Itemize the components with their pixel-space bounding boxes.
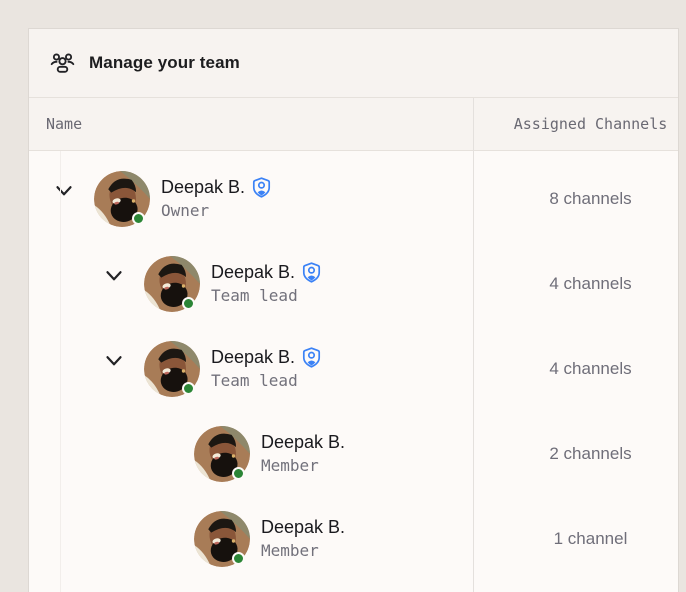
chevron-down-icon[interactable] xyxy=(52,185,76,197)
team-member-row[interactable]: Deepak B. Owner 8 channels xyxy=(29,156,678,241)
member-identity: Deepak B. Owner xyxy=(161,177,271,220)
verified-shield-icon xyxy=(302,347,321,368)
member-name-cell: Deepak B. Member xyxy=(29,411,473,496)
member-identity: Deepak B. Team lead xyxy=(211,262,321,305)
avatar xyxy=(194,511,250,567)
member-name: Deepak B. xyxy=(261,432,345,453)
member-identity: Deepak B. Team lead xyxy=(211,347,321,390)
assigned-channels-cell: 2 channels xyxy=(473,411,678,496)
member-name-cell: Deepak B. Owner xyxy=(29,156,473,241)
online-status-dot xyxy=(232,467,245,480)
member-name-cell: Deepak B. Member xyxy=(29,496,473,581)
page-title: Manage your team xyxy=(89,53,240,73)
users-three-icon xyxy=(50,51,75,76)
page-background: Manage your team Name Assigned Channels xyxy=(0,0,686,592)
verified-shield-icon xyxy=(302,262,321,283)
team-member-row[interactable]: Deepak B. Team lead 4 channels xyxy=(29,326,678,411)
member-name-cell: Deepak B. Team lead xyxy=(29,241,473,326)
online-status-dot xyxy=(232,552,245,565)
member-role: Team lead xyxy=(211,371,321,390)
online-status-dot xyxy=(182,297,195,310)
team-member-list: Deepak B. Owner 8 channels xyxy=(29,151,678,592)
member-name-cell: Deepak B. Team lead xyxy=(29,326,473,411)
avatar xyxy=(144,256,200,312)
tree-gutter-line xyxy=(60,151,61,592)
assigned-channels-cell: 4 channels xyxy=(473,326,678,411)
member-name: Deepak B. xyxy=(161,177,245,198)
member-role: Member xyxy=(261,456,345,475)
avatar xyxy=(94,171,150,227)
member-role: Team lead xyxy=(211,286,321,305)
member-identity: Deepak B. Member xyxy=(261,432,345,475)
team-member-row[interactable]: Deepak B. Member 2 channels xyxy=(29,411,678,496)
member-role: Member xyxy=(261,541,345,560)
avatar xyxy=(194,426,250,482)
assigned-channels-cell: 1 channel xyxy=(473,496,678,581)
card-header: Manage your team xyxy=(29,29,678,98)
team-member-row[interactable]: Deepak B. Team lead 4 channels xyxy=(29,241,678,326)
member-name: Deepak B. xyxy=(261,517,345,538)
online-status-dot xyxy=(132,212,145,225)
column-divider xyxy=(473,98,474,592)
column-header-assigned-channels: Assigned Channels xyxy=(473,98,678,150)
assigned-channels-cell: 4 channels xyxy=(473,241,678,326)
chevron-down-icon[interactable] xyxy=(102,355,126,367)
verified-shield-icon xyxy=(252,177,271,198)
manage-team-card: Manage your team Name Assigned Channels xyxy=(28,28,679,592)
assigned-channels-cell: 8 channels xyxy=(473,156,678,241)
member-role: Owner xyxy=(161,201,271,220)
member-identity: Deepak B. Member xyxy=(261,517,345,560)
chevron-down-icon[interactable] xyxy=(102,270,126,282)
column-header-name: Name xyxy=(29,98,473,150)
table-column-header: Name Assigned Channels xyxy=(29,98,678,151)
avatar xyxy=(144,341,200,397)
online-status-dot xyxy=(182,382,195,395)
team-member-row[interactable]: Deepak B. Member 1 channel xyxy=(29,496,678,581)
member-name: Deepak B. xyxy=(211,262,295,283)
member-name: Deepak B. xyxy=(211,347,295,368)
